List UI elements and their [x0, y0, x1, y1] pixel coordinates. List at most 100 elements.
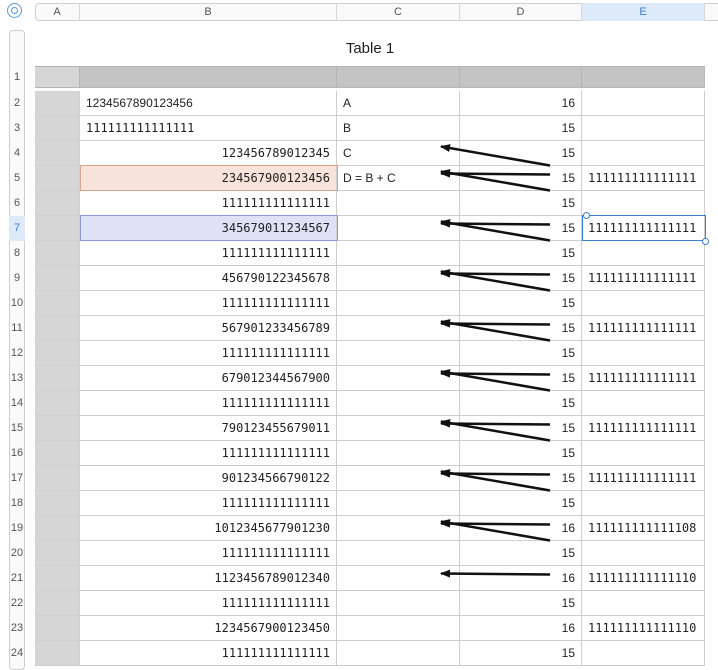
row-header-22[interactable]: 22 — [9, 591, 25, 616]
cell-c13[interactable] — [337, 366, 460, 391]
cell-e22[interactable] — [582, 591, 705, 616]
cell-e4[interactable] — [582, 141, 705, 166]
cell-e23[interactable]: 111111111111110 — [582, 616, 705, 641]
cell-d11[interactable]: 15 — [460, 316, 582, 341]
cell-c16[interactable] — [337, 441, 460, 466]
cell-d18[interactable]: 15 — [460, 491, 582, 516]
cell-b8[interactable]: 111111111111111 — [80, 241, 337, 266]
cell-c22[interactable] — [337, 591, 460, 616]
cell-d15[interactable]: 15 — [460, 416, 582, 441]
cell-d8[interactable]: 15 — [460, 241, 582, 266]
cell-c12[interactable] — [337, 341, 460, 366]
cell-d6[interactable]: 15 — [460, 191, 582, 216]
cell-a23[interactable] — [35, 616, 80, 641]
cell-d13[interactable]: 15 — [460, 366, 582, 391]
cell-e1[interactable] — [582, 66, 705, 88]
cell-d19[interactable]: 16 — [460, 516, 582, 541]
cell-a10[interactable] — [35, 291, 80, 316]
column-header-a[interactable]: A — [35, 3, 80, 21]
row-header-5[interactable]: 5 — [9, 166, 25, 191]
cell-d4[interactable]: 15 — [460, 141, 582, 166]
cell-b4[interactable]: 123456789012345 — [80, 141, 337, 166]
cell-a15[interactable] — [35, 416, 80, 441]
selection-handle-start[interactable] — [583, 212, 590, 219]
row-header-24[interactable]: 24 — [9, 641, 25, 666]
cell-c23[interactable] — [337, 616, 460, 641]
row-header-6[interactable]: 6 — [9, 191, 25, 216]
cell-c3[interactable]: B — [337, 116, 460, 141]
row-header-7[interactable]: 7 — [9, 216, 25, 241]
row-header-21[interactable]: 21 — [9, 566, 25, 591]
cell-d2[interactable]: 16 — [460, 91, 582, 116]
cell-c21[interactable] — [337, 566, 460, 591]
cell-b19[interactable]: 1012345677901230 — [80, 516, 337, 541]
cell-b22[interactable]: 111111111111111 — [80, 591, 337, 616]
cell-e20[interactable] — [582, 541, 705, 566]
cell-e3[interactable] — [582, 116, 705, 141]
row-header-14[interactable]: 14 — [9, 391, 25, 416]
cell-b6[interactable]: 111111111111111 — [80, 191, 337, 216]
cell-d21[interactable]: 16 — [460, 566, 582, 591]
cell-a5[interactable] — [35, 166, 80, 191]
cell-d24[interactable]: 15 — [460, 641, 582, 666]
cell-a6[interactable] — [35, 191, 80, 216]
column-header-e[interactable]: E — [582, 3, 705, 21]
cell-b3[interactable]: 111111111111111 — [80, 116, 337, 141]
row-header-1[interactable]: 1 — [9, 66, 25, 88]
cell-e7[interactable]: 111111111111111 — [582, 216, 705, 241]
cell-a19[interactable] — [35, 516, 80, 541]
row-header-19[interactable]: 19 — [9, 516, 25, 541]
cell-b11[interactable]: 567901233456789 — [80, 316, 337, 341]
cell-a11[interactable] — [35, 316, 80, 341]
cell-c2[interactable]: A — [337, 91, 460, 116]
cell-d16[interactable]: 15 — [460, 441, 582, 466]
select-all-corner[interactable] — [0, 0, 33, 24]
column-header-c[interactable]: C — [337, 3, 460, 21]
cell-c7[interactable] — [337, 216, 460, 241]
cell-c4[interactable]: C — [337, 141, 460, 166]
column-header-d[interactable]: D — [460, 3, 582, 21]
cell-e8[interactable] — [582, 241, 705, 266]
cell-e6[interactable] — [582, 191, 705, 216]
cell-c15[interactable] — [337, 416, 460, 441]
cell-a16[interactable] — [35, 441, 80, 466]
table-title[interactable]: Table 1 — [35, 40, 705, 57]
row-header-16[interactable]: 16 — [9, 441, 25, 466]
cell-c14[interactable] — [337, 391, 460, 416]
cell-c10[interactable] — [337, 291, 460, 316]
cell-e5[interactable]: 111111111111111 — [582, 166, 705, 191]
cell-a7[interactable] — [35, 216, 80, 241]
cell-e17[interactable]: 111111111111111 — [582, 466, 705, 491]
cell-d7[interactable]: 15 — [460, 216, 582, 241]
row-header-13[interactable]: 13 — [9, 366, 25, 391]
cell-b2[interactable]: 1234567890123456 — [80, 91, 337, 116]
cell-d1[interactable] — [460, 66, 582, 88]
cell-b15[interactable]: 790123455679011 — [80, 416, 337, 441]
cell-a22[interactable] — [35, 591, 80, 616]
cell-e9[interactable]: 111111111111111 — [582, 266, 705, 291]
cell-c19[interactable] — [337, 516, 460, 541]
cell-b23[interactable]: 1234567900123450 — [80, 616, 337, 641]
cell-c18[interactable] — [337, 491, 460, 516]
cell-c1[interactable] — [337, 66, 460, 88]
column-header-b[interactable]: B — [80, 3, 337, 21]
row-header-9[interactable]: 9 — [9, 266, 25, 291]
cell-b17[interactable]: 901234566790122 — [80, 466, 337, 491]
cell-d12[interactable]: 15 — [460, 341, 582, 366]
cell-e13[interactable]: 111111111111111 — [582, 366, 705, 391]
row-header-17[interactable]: 17 — [9, 466, 25, 491]
row-header-23[interactable]: 23 — [9, 616, 25, 641]
cell-b21[interactable]: 1123456789012340 — [80, 566, 337, 591]
cell-b7[interactable]: 345679011234567 — [80, 216, 337, 241]
row-header-10[interactable]: 10 — [9, 291, 25, 316]
cell-c8[interactable] — [337, 241, 460, 266]
cell-a14[interactable] — [35, 391, 80, 416]
cell-c17[interactable] — [337, 466, 460, 491]
row-header-20[interactable]: 20 — [9, 541, 25, 566]
cell-d23[interactable]: 16 — [460, 616, 582, 641]
cell-a21[interactable] — [35, 566, 80, 591]
select-all-icon[interactable] — [7, 3, 22, 18]
cell-a9[interactable] — [35, 266, 80, 291]
cell-b9[interactable]: 456790122345678 — [80, 266, 337, 291]
cell-b24[interactable]: 111111111111111 — [80, 641, 337, 666]
